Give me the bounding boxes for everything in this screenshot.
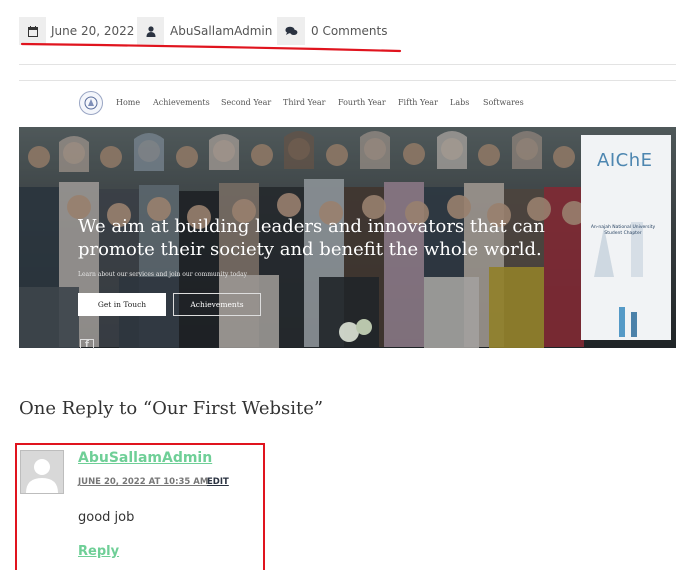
banner-brand: AIChE — [597, 150, 653, 171]
achievements-label: Achievements — [190, 300, 244, 309]
user-icon — [146, 25, 155, 37]
nav-softwares[interactable]: Softwares — [483, 98, 524, 107]
get-in-touch-button[interactable]: Get in Touch — [78, 293, 166, 316]
hero-headline-line2: promote their society and benefit the wh… — [78, 239, 542, 260]
nav-achievements[interactable]: Achievements — [153, 98, 210, 107]
avatar-placeholder-icon — [21, 451, 63, 493]
nav-fourth-year[interactable]: Fourth Year — [338, 98, 386, 107]
calendar-icon — [27, 25, 38, 37]
separator-top — [19, 64, 676, 65]
nav-fifth-year[interactable]: Fifth Year — [398, 98, 438, 107]
get-in-touch-label: Get in Touch — [97, 300, 147, 309]
comment-author-link[interactable]: AbuSallamAdmin — [78, 450, 212, 466]
nav-second-year[interactable]: Second Year — [221, 98, 271, 107]
university-seal-icon — [84, 96, 98, 110]
comment-edit-link[interactable]: EDIT — [207, 477, 229, 487]
facebook-icon[interactable]: f — [80, 339, 94, 349]
comments-title: One Reply to “Our First Website” — [19, 398, 324, 419]
hero-headline: We aim at building leaders and innovator… — [78, 215, 545, 261]
site-logo[interactable] — [79, 91, 103, 115]
hero-headline-line1: We aim at building leaders and innovator… — [78, 216, 545, 237]
separator-bottom — [19, 80, 676, 81]
nav-third-year[interactable]: Third Year — [283, 98, 325, 107]
comment-date-link[interactable]: JUNE 20, 2022 AT 10:35 AM — [78, 477, 208, 487]
red-annotation-underline — [20, 42, 402, 53]
avatar — [20, 450, 64, 494]
comments-icon — [284, 26, 297, 35]
banner-chapter-text: An-najah National University Student Cha… — [590, 225, 656, 236]
nav-home[interactable]: Home — [116, 98, 140, 107]
hero-subtext: Learn about our services and join our co… — [78, 271, 248, 278]
comment-body: good job — [78, 510, 135, 525]
nav-labs[interactable]: Labs — [450, 98, 469, 107]
comment-reply-link[interactable]: Reply — [78, 544, 119, 559]
achievements-button[interactable]: Achievements — [173, 293, 261, 316]
